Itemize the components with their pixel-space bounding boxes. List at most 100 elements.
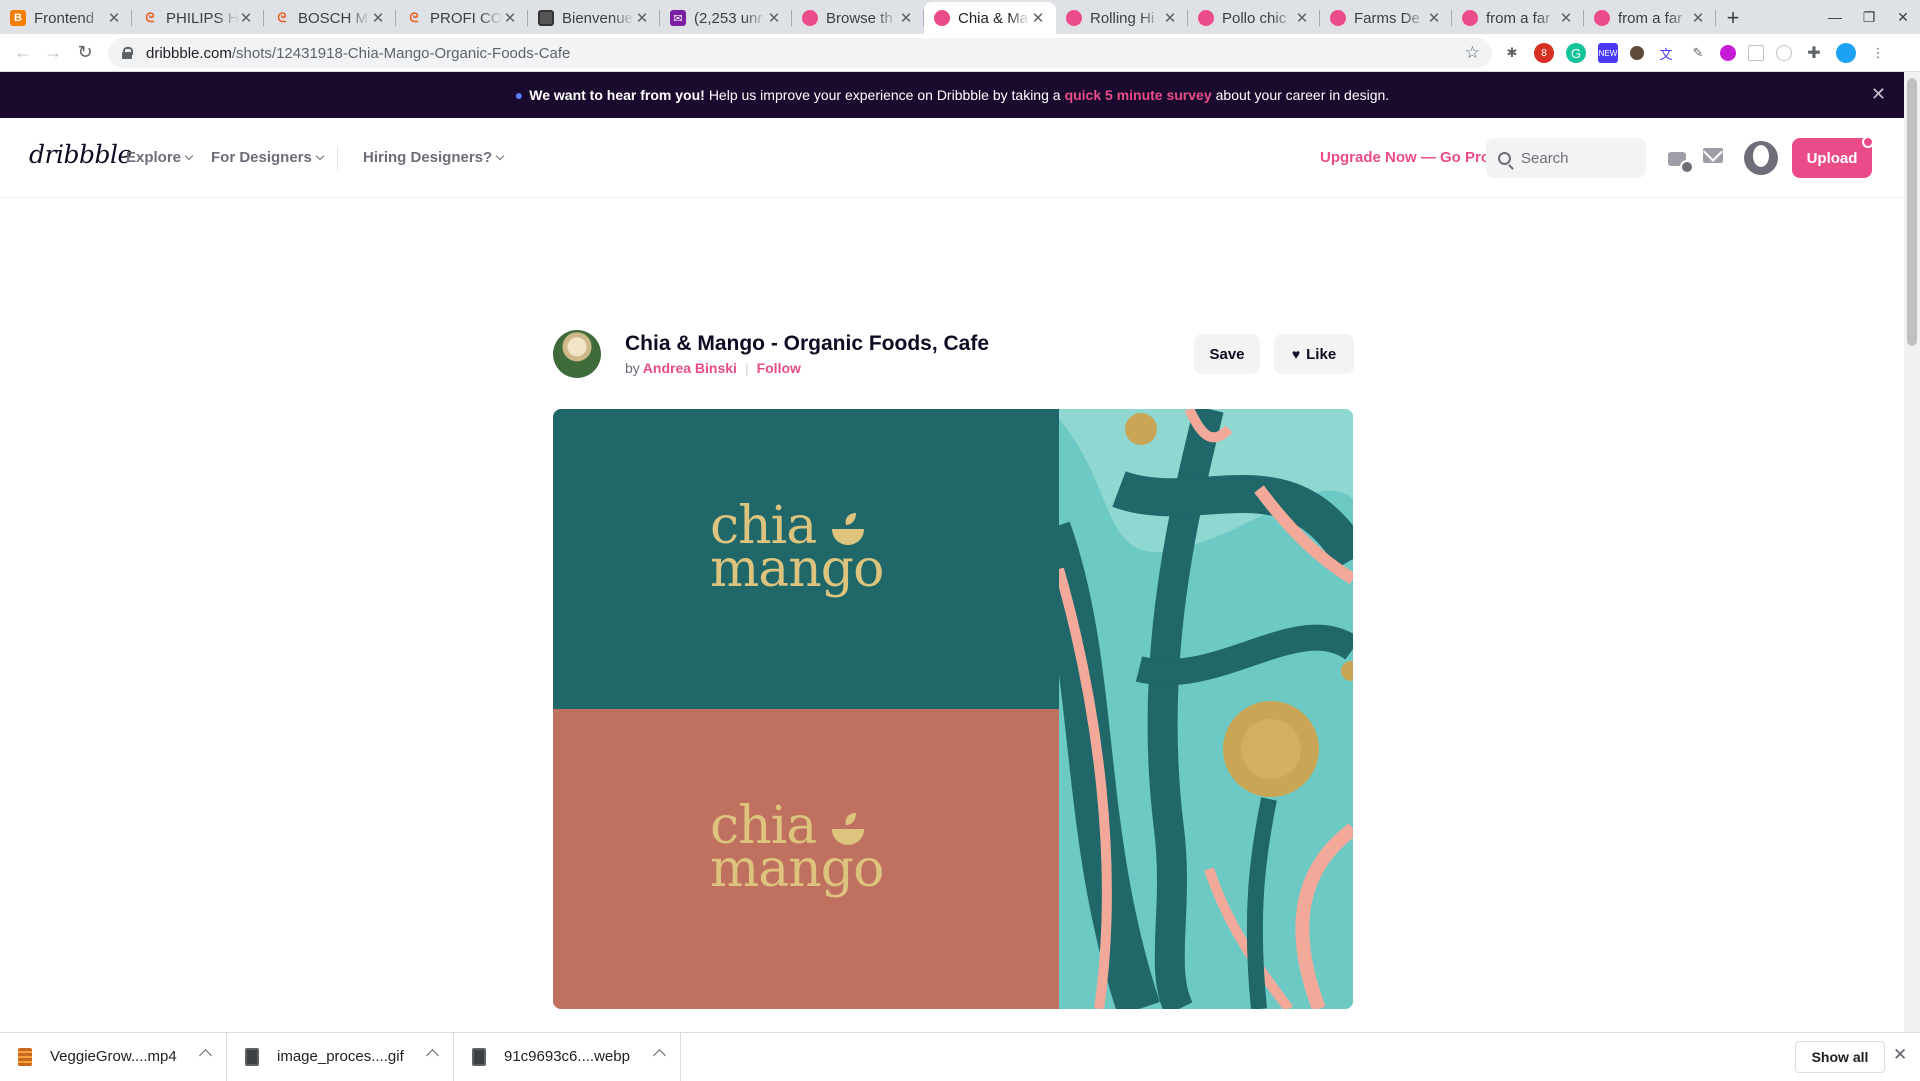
browser-tab[interactable]: ✉ (2,253 unr ✕	[660, 2, 792, 34]
lock-icon[interactable]	[122, 47, 133, 59]
chevron-up-icon[interactable]	[653, 1048, 666, 1062]
user-avatar[interactable]	[1744, 141, 1778, 175]
blogger-icon: B	[10, 10, 26, 26]
browser-tab[interactable]: B Frontend ✕	[0, 2, 132, 34]
browser-tab[interactable]: Pollo chic ✕	[1188, 2, 1320, 34]
menu-kebab-icon[interactable]: ⋮	[1868, 43, 1888, 63]
aliexpress-icon: ᘓ	[277, 10, 287, 25]
browser-tab[interactable]: Rolling Hi ✕	[1056, 2, 1188, 34]
author-link[interactable]: Andrea Binski	[643, 360, 737, 376]
browser-tab-strip: B Frontend ✕ ᘓ PHILIPS H ✕ ᘓ BOSCH M ✕ ᘓ PROFI …	[0, 0, 1920, 34]
new-badge-extension-icon[interactable]: NEW	[1598, 43, 1618, 63]
browser-tab[interactable]: Browse th ✕	[792, 2, 924, 34]
page-scrollbar[interactable]	[1904, 72, 1920, 1032]
nav-for-designers[interactable]: For Designers	[211, 149, 325, 166]
minimize-icon[interactable]: —	[1818, 9, 1852, 25]
download-item[interactable]: 91c9693c6....webp	[454, 1032, 681, 1081]
chevron-up-icon[interactable]	[426, 1048, 439, 1062]
like-button[interactable]: ♥ Like	[1274, 334, 1354, 374]
chevron-down-icon	[495, 151, 505, 161]
tab-close-icon[interactable]: ✕	[106, 9, 122, 27]
tab-close-icon[interactable]: ✕	[1162, 9, 1178, 27]
browser-tab[interactable]: ᘓ PROFI CO ✕	[396, 2, 528, 34]
dribbble-icon	[934, 10, 950, 26]
brand-logo: chia mango	[710, 496, 884, 599]
dribbble-icon	[1462, 10, 1478, 26]
tab-close-icon[interactable]: ✕	[898, 9, 914, 27]
nav-divider	[337, 146, 338, 170]
puzzle-icon[interactable]: ✚	[1804, 43, 1824, 63]
coffee-extension-icon[interactable]	[1630, 46, 1644, 60]
bowl-leaf-icon	[832, 813, 864, 845]
search-input[interactable]: Search	[1486, 138, 1646, 178]
show-all-button[interactable]: Show all	[1795, 1041, 1885, 1073]
browser-tab[interactable]: ᘓ BOSCH M ✕	[264, 2, 396, 34]
circle-extension-icon[interactable]	[1776, 45, 1792, 61]
browser-tab[interactable]: from a far ✕	[1584, 2, 1716, 34]
restore-icon[interactable]: ❐	[1852, 9, 1886, 26]
forward-arrow-icon[interactable]: →	[38, 42, 68, 63]
shot-title: Chia & Mango - Organic Foods, Cafe	[625, 332, 990, 355]
survey-link[interactable]: quick 5 minute survey	[1065, 87, 1212, 103]
tab-close-icon[interactable]: ✕	[1690, 9, 1706, 27]
blank-extension-icon[interactable]	[1748, 45, 1764, 61]
banner-text: Help us improve your experience on Dribb…	[708, 87, 1061, 103]
upload-button[interactable]: Upload	[1792, 136, 1874, 178]
address-bar[interactable]: dribbble.com/shots/12431918-Chia-Mango-O…	[108, 38, 1492, 68]
search-placeholder: Search	[1521, 149, 1569, 167]
download-item[interactable]: VeggieGrow....mp4	[0, 1032, 227, 1081]
browser-tab-active[interactable]: Chia & Ma ✕	[924, 2, 1056, 34]
close-icon[interactable]: ✕	[1871, 84, 1886, 105]
tab-close-icon[interactable]: ✕	[634, 9, 650, 27]
shield-extension-icon[interactable]: 8	[1534, 43, 1554, 63]
browser-tab[interactable]: Bienvenue ✕	[528, 2, 660, 34]
pattern-illustration	[1028, 409, 1353, 1009]
browser-tab[interactable]: Farms De ✕	[1320, 2, 1452, 34]
bug-extension-icon[interactable]: ✱	[1502, 43, 1522, 63]
translate-extension-icon[interactable]: 文	[1656, 43, 1676, 63]
download-item[interactable]: image_proces....gif	[227, 1032, 454, 1081]
reload-icon[interactable]: ↻	[70, 42, 100, 63]
nav-hiring-designers[interactable]: Hiring Designers?	[363, 149, 505, 166]
banner-heading: We want to hear from you!	[529, 87, 705, 103]
chevron-down-icon	[184, 151, 194, 161]
dribbble-icon	[1066, 10, 1082, 26]
new-tab-button[interactable]: +	[1716, 2, 1750, 34]
bookmark-star-icon[interactable]: ☆	[1465, 43, 1480, 63]
shopping-bag-icon[interactable]	[1666, 146, 1694, 174]
save-button[interactable]: Save	[1194, 334, 1260, 374]
scrollbar-thumb[interactable]	[1907, 78, 1917, 346]
tab-close-icon[interactable]: ✕	[766, 9, 782, 27]
dribbble-icon	[1594, 10, 1610, 26]
go-pro-link[interactable]: Upgrade Now — Go Pro	[1320, 149, 1490, 166]
grammarly-icon[interactable]: G	[1566, 43, 1586, 63]
url-path: /shots/12431918-Chia-Mango-Organic-Foods…	[231, 44, 571, 62]
close-icon[interactable]: ✕	[1893, 1045, 1907, 1065]
chevron-up-icon[interactable]	[199, 1048, 212, 1062]
tab-close-icon[interactable]: ✕	[1558, 9, 1574, 27]
tab-close-icon[interactable]: ✕	[502, 9, 518, 27]
author-avatar[interactable]	[553, 330, 601, 378]
tab-close-icon[interactable]: ✕	[1294, 9, 1310, 27]
browser-tab[interactable]: from a far ✕	[1452, 2, 1584, 34]
nav-explore[interactable]: Explore	[126, 149, 194, 166]
image-file-icon	[472, 1047, 486, 1066]
search-icon	[1498, 151, 1511, 165]
chevron-down-icon	[315, 151, 325, 161]
browser-tab[interactable]: ᘓ PHILIPS H ✕	[132, 2, 264, 34]
tab-close-icon[interactable]: ✕	[370, 9, 386, 27]
botanical-pattern	[1028, 409, 1353, 1009]
messages-icon[interactable]	[1703, 148, 1723, 163]
profile-icon[interactable]	[1836, 43, 1856, 63]
tab-close-icon[interactable]: ✕	[238, 9, 254, 27]
tab-close-icon[interactable]: ✕	[1426, 9, 1442, 27]
tab-close-icon[interactable]: ✕	[1030, 9, 1046, 27]
close-window-icon[interactable]: ✕	[1886, 9, 1920, 26]
back-arrow-icon[interactable]: ←	[8, 42, 38, 63]
eyedropper-icon[interactable]: ✎	[1688, 43, 1708, 63]
shot-image[interactable]: chia mango chia mango	[553, 409, 1353, 1009]
follow-link[interactable]: Follow	[757, 360, 801, 376]
dribbble-logo[interactable]: dribbble	[29, 140, 132, 169]
purple-extension-icon[interactable]	[1720, 45, 1736, 61]
heart-icon: ♥	[1291, 346, 1301, 362]
